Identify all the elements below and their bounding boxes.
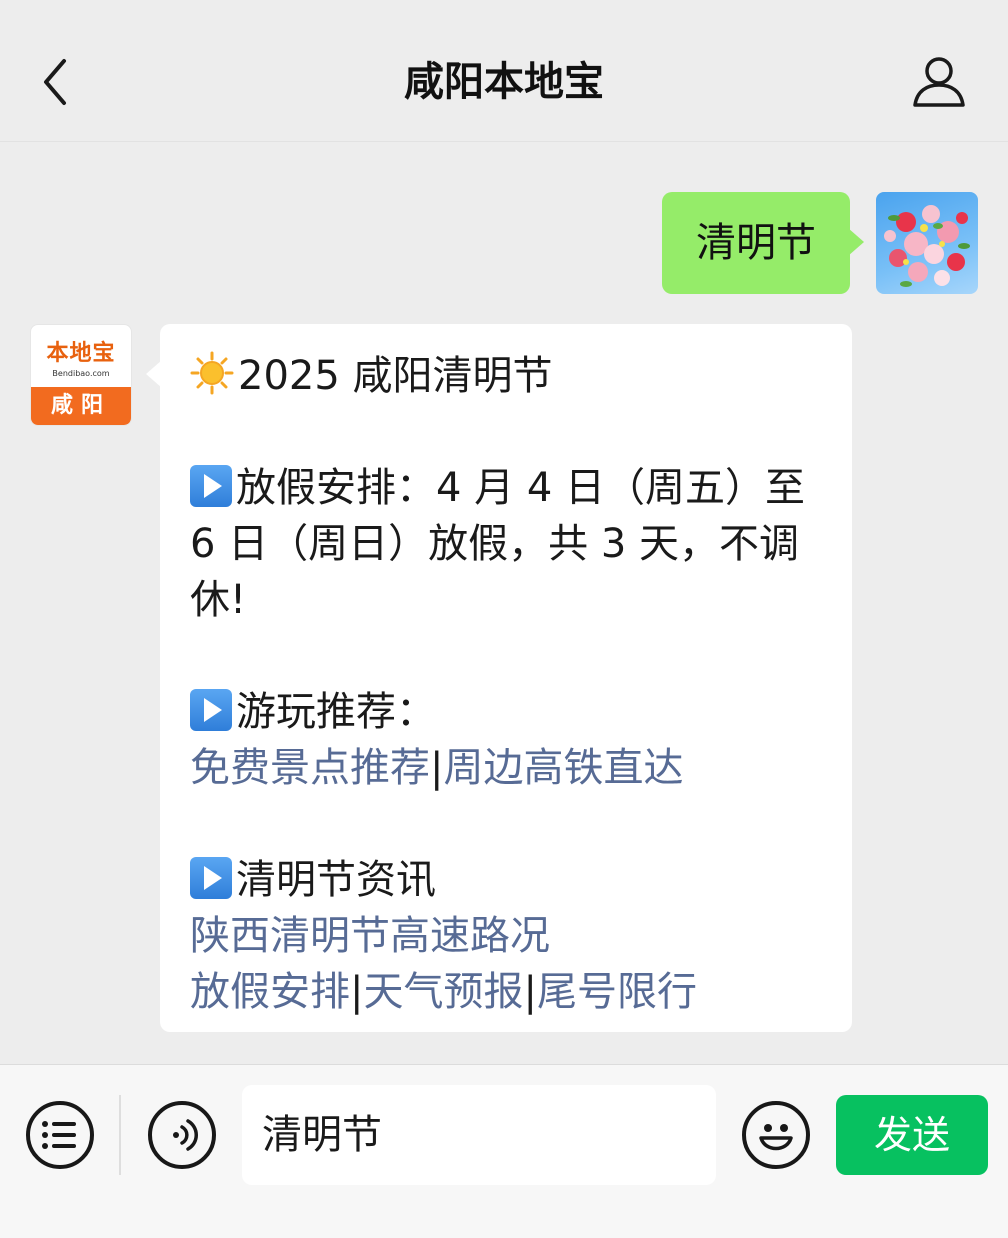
link-separator: | — [430, 745, 444, 791]
list-icon — [42, 1121, 76, 1149]
logo-city-label: 咸阳 — [31, 387, 131, 425]
plate-restriction-link[interactable]: 尾号限行 — [537, 969, 697, 1015]
person-icon — [913, 57, 965, 107]
page-title: 咸阳本地宝 — [404, 59, 604, 105]
outgoing-message-text: 清明节 — [696, 220, 816, 266]
voice-icon — [173, 1119, 198, 1151]
bendibao-avatar[interactable]: 本地宝 Bendibao.com 咸阳 — [30, 324, 132, 426]
weather-forecast-link[interactable]: 天气预报 — [363, 969, 523, 1015]
highway-traffic-link[interactable]: 陕西清明节高速路况 — [190, 913, 550, 959]
logo-subtext: Bendibao.com — [52, 368, 110, 378]
menu-button[interactable] — [26, 1101, 94, 1169]
news-link-line-1: 陕西清明节高速路况 — [190, 908, 822, 964]
holiday-text-1: 放假安排：4 月 4 日（周五）至 — [236, 465, 806, 511]
top-bar: 咸阳本地宝 — [0, 0, 1008, 142]
holiday-schedule-link[interactable]: 放假安排 — [190, 969, 350, 1015]
smiley-icon — [759, 1124, 793, 1151]
send-button[interactable]: 发送 — [836, 1095, 988, 1175]
holiday-line-2: 6 日（周日）放假，共 3 天，不调 — [190, 521, 800, 567]
message-heading-line: 2025 咸阳清明节 — [190, 348, 822, 404]
play-icon — [190, 689, 232, 731]
holiday-line-1: 放假安排：4 月 4 日（周五）至 — [190, 460, 822, 516]
message-heading: 2025 咸阳清明节 — [238, 353, 553, 399]
high-speed-rail-link[interactable]: 周边高铁直达 — [443, 745, 683, 791]
news-link-line-2: 放假安排|天气预报|尾号限行 — [190, 964, 822, 1020]
link-separator: | — [350, 969, 364, 1015]
voice-input-button[interactable] — [148, 1101, 216, 1169]
incoming-message-bubble: 2025 咸阳清明节 放假安排：4 月 4 日（周五）至 6 日（周日）放假，共… — [146, 324, 852, 1032]
user-avatar[interactable] — [876, 192, 978, 294]
emoji-button[interactable] — [742, 1101, 810, 1169]
sun-icon — [190, 351, 234, 395]
message-input[interactable]: 清明节 — [242, 1085, 716, 1185]
link-separator: | — [523, 969, 537, 1015]
divider — [119, 1095, 121, 1175]
play-icon — [190, 857, 232, 899]
outgoing-message-bubble[interactable]: 清明节 — [662, 192, 864, 294]
logo-text: 本地宝 — [46, 339, 116, 366]
profile-button[interactable] — [910, 52, 968, 112]
travel-links-line: 免费景点推荐|周边高铁直达 — [190, 740, 822, 796]
travel-label-line: 游玩推荐： — [190, 684, 822, 740]
news-label: 清明节资讯 — [236, 857, 436, 903]
travel-label: 游玩推荐： — [236, 689, 436, 735]
bendibao-logo: 本地宝 Bendibao.com — [31, 325, 131, 387]
input-bar: 清明节 发送 — [0, 1064, 1008, 1238]
flowers-image — [884, 205, 970, 287]
free-attractions-link[interactable]: 免费景点推荐 — [190, 745, 430, 791]
news-label-line: 清明节资讯 — [190, 852, 822, 908]
holiday-line-3: 休! — [190, 577, 247, 623]
play-icon — [190, 465, 232, 507]
